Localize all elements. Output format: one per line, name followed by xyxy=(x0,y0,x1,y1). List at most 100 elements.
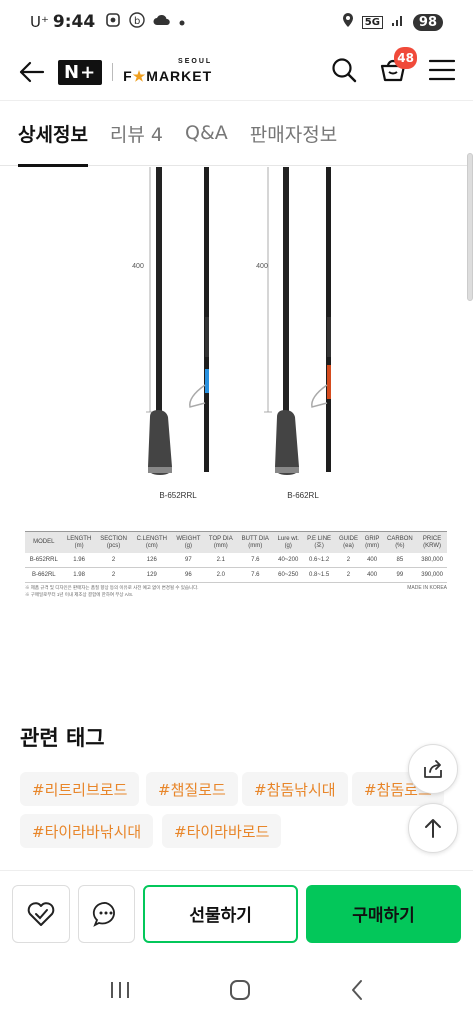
table-cell: 0.6~1.2 xyxy=(302,553,336,569)
spec-header: MODEL xyxy=(25,531,63,554)
cart-count-badge: 48 xyxy=(394,47,417,69)
fmarket-star-icon: ★ xyxy=(132,67,147,84)
arrow-up-icon xyxy=(425,819,441,838)
detail-tabs: 상세정보 리뷰 4 Q&A 판매자정보 xyxy=(0,100,473,167)
dot-icon xyxy=(179,14,185,30)
cart-button[interactable]: 48 xyxy=(379,47,417,87)
spec-header: TOP DIA (mm) xyxy=(204,531,237,554)
tag-chip[interactable]: #타이라바낚시대 xyxy=(20,814,154,848)
search-button[interactable] xyxy=(331,57,357,87)
chat-icon xyxy=(93,901,116,927)
tab-reviews[interactable]: 리뷰 4 xyxy=(110,100,163,166)
scroll-top-button[interactable] xyxy=(408,803,458,853)
table-cell: 400 xyxy=(361,567,383,584)
tag-chip[interactable]: #챔질로드 xyxy=(146,772,238,806)
table-cell: 0.8~1.5 xyxy=(302,567,336,584)
product-image: 400 400 B-652RRL B-662RL xyxy=(132,167,331,500)
spec-header: P.E LINE (호) xyxy=(302,531,336,554)
made-in-label: MADE IN KOREA xyxy=(407,585,447,591)
spec-header: Lure wt. (g) xyxy=(273,531,303,554)
table-cell: 2 xyxy=(95,553,132,569)
table-cell: 7.6 xyxy=(236,553,274,569)
spec-header: GUIDE (ea) xyxy=(335,531,362,554)
logo-divider xyxy=(112,63,114,81)
table-row: B-652RRL 1.96 2 126 97 2.1 7.6 40~200 0.… xyxy=(25,553,447,569)
wishlist-button[interactable] xyxy=(12,884,70,943)
network-5g-icon: 5G xyxy=(361,15,383,29)
battery-indicator: 98 xyxy=(412,13,443,31)
table-cell: 2.1 xyxy=(204,553,237,569)
spec-header: BUTT DIA (mm) xyxy=(236,531,274,554)
tab-seller-info[interactable]: 판매자정보 xyxy=(250,100,337,166)
location-icon xyxy=(342,12,354,33)
table-cell: 2 xyxy=(335,567,362,584)
table-cell: 40~200 xyxy=(273,553,303,569)
table-cell: B-662RL xyxy=(25,567,63,584)
table-cell: 2.0 xyxy=(204,567,237,584)
signal-icon xyxy=(391,12,405,32)
spec-header: CARBON (%) xyxy=(382,531,418,554)
spec-header-row: MODEL LENGTH (m) SECTION (pcs) C.LENGTH (cm… xyxy=(25,531,447,554)
table-cell: 129 xyxy=(131,567,173,584)
recent-apps-button[interactable] xyxy=(109,980,131,1004)
dimension-label-left: 400 xyxy=(132,263,144,270)
nplus-logo[interactable]: N+ xyxy=(58,59,103,85)
spec-table: MODEL LENGTH (m) SECTION (pcs) C.LENGTH (cm… xyxy=(25,531,447,584)
spec-notes: ※ 제품 규격 및 디자인은 판매자는 품질 향상 등의 이유로 사전 예고 없… xyxy=(25,585,447,599)
dimension-label-right: 400 xyxy=(256,263,268,270)
tag-chip[interactable]: #타이라바로드 xyxy=(162,814,282,848)
tag-chip[interactable]: #참돔낚시대 xyxy=(242,772,348,806)
table-cell: 7.6 xyxy=(236,567,274,584)
table-cell: 99 xyxy=(382,567,418,584)
recent-apps-icon xyxy=(111,982,130,998)
fmarket-f: F xyxy=(123,67,133,84)
table-cell: 97 xyxy=(172,553,205,569)
heart-check-icon xyxy=(27,901,55,926)
table-cell: 2 xyxy=(335,553,362,569)
fmarket-rest: MARKET xyxy=(146,67,213,84)
chevron-left-icon xyxy=(351,980,362,1000)
rod-accent-blue xyxy=(205,369,209,393)
menu-icon xyxy=(428,59,456,81)
tab-details[interactable]: 상세정보 xyxy=(18,100,88,167)
search-icon xyxy=(332,58,357,83)
screenshot-icon xyxy=(105,12,121,32)
menu-button[interactable] xyxy=(428,59,456,85)
spec-header: PRICE (KRW) xyxy=(417,531,447,554)
table-cell: 2 xyxy=(95,567,132,584)
rod-b652rrl: B-652RRL xyxy=(148,167,209,500)
system-back-button[interactable] xyxy=(350,979,364,1005)
purchase-bar: 선물하기 구매하기 xyxy=(0,870,473,956)
gift-button[interactable]: 선물하기 xyxy=(143,884,299,943)
home-button[interactable] xyxy=(229,979,251,1005)
tag-chip[interactable]: #리트리브로드 xyxy=(20,772,140,806)
spec-header: GRIP (mm) xyxy=(361,531,383,554)
svg-text:b: b xyxy=(134,16,140,27)
rod-accent-orange xyxy=(327,365,331,399)
spec-note: ※ 제품 규격 및 디자인은 판매자는 품질 향상 등의 이유로 사전 예고 없… xyxy=(25,585,199,590)
app-b-icon: b xyxy=(129,12,145,32)
tab-qna[interactable]: Q&A xyxy=(185,100,228,166)
spec-header: C.LENGTH (cm) xyxy=(131,531,173,554)
chat-button[interactable] xyxy=(77,884,136,943)
back-arrow-icon xyxy=(19,61,45,83)
home-icon xyxy=(230,980,251,1000)
fmarket-logo[interactable]: SEOUL F★MARKET xyxy=(123,57,213,85)
related-tags-title: 관련 태그 xyxy=(20,726,105,750)
table-cell: 126 xyxy=(131,553,173,569)
table-cell: 60~250 xyxy=(273,567,303,584)
share-button[interactable] xyxy=(408,744,458,794)
table-cell: B-652RRL xyxy=(25,553,63,569)
table-cell: 380,000 xyxy=(417,553,447,569)
cloud-icon xyxy=(153,13,171,31)
table-cell: 390,000 xyxy=(417,567,447,584)
table-cell: 1.98 xyxy=(62,567,96,584)
spec-note: ※ 구매일로부터 1년 이내 제조상 결함에 한하여 무상 A/S. xyxy=(25,591,134,597)
app-header: N+ SEOUL F★MARKET 48 xyxy=(0,44,473,100)
model-label-right: B-662RL xyxy=(287,491,319,500)
spec-header: LENGTH (m) xyxy=(62,531,96,554)
buy-button[interactable]: 구매하기 xyxy=(306,884,461,943)
fmarket-seoul-text: SEOUL xyxy=(178,57,213,65)
spec-header: SECTION (pcs) xyxy=(95,531,132,554)
back-button[interactable] xyxy=(18,58,46,86)
